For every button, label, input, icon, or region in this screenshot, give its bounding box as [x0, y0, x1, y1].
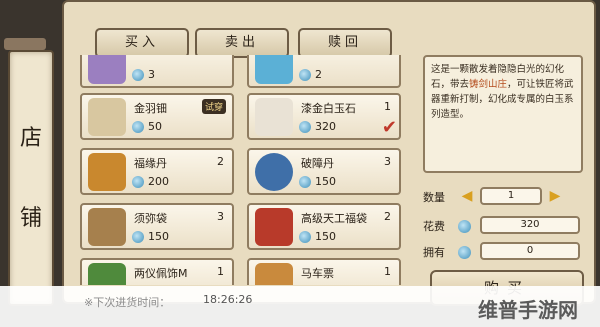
- item-count: 1: [384, 265, 391, 278]
- list-item[interactable]: 须弥袋 3 150: [80, 203, 234, 250]
- item-price: 150: [315, 175, 336, 188]
- item-icon: [88, 263, 126, 285]
- item-icon: [88, 208, 126, 246]
- item-name: 两仪佩饰M: [134, 267, 188, 280]
- description-location: 铸剑山庄: [469, 79, 508, 90]
- list-item[interactable]: 两仪佩饰M 1: [80, 258, 234, 285]
- coin-icon: [299, 121, 311, 133]
- coin-icon: [299, 69, 311, 81]
- item-count: 2: [384, 210, 391, 223]
- list-item-selected[interactable]: 漆金白玉石 1 320 ✔: [247, 93, 401, 140]
- item-icon: [255, 98, 293, 136]
- coin-icon: [299, 176, 311, 188]
- banner-char-2: 铺: [19, 206, 42, 231]
- item-name: 福缘丹: [134, 157, 167, 170]
- item-price: 200: [148, 175, 169, 188]
- restock-time: 18:26:26: [203, 293, 253, 306]
- try-on-badge[interactable]: 试穿: [201, 99, 226, 114]
- qty-input[interactable]: 1: [480, 187, 542, 205]
- item-count: 1: [217, 265, 224, 278]
- list-item[interactable]: 高级天工福袋 2 150: [247, 203, 401, 250]
- item-price: 2: [315, 68, 322, 81]
- list-item[interactable]: 破障丹 3 150: [247, 148, 401, 195]
- scroll-rod: [4, 38, 46, 50]
- item-name: 金羽钿: [134, 102, 167, 115]
- item-count: 1: [384, 100, 391, 113]
- watermark: 维普手游网: [478, 298, 578, 322]
- shop-banner: 店 铺: [8, 50, 54, 306]
- item-icon: [255, 263, 293, 285]
- item-price: 150: [315, 230, 336, 243]
- item-icon: [88, 98, 126, 136]
- restock-label: ※下次进货时间：: [84, 296, 171, 309]
- coin-icon: [132, 121, 144, 133]
- list-item[interactable]: 马车票 1: [247, 258, 401, 285]
- item-icon: [255, 55, 293, 84]
- coin-icon: [299, 231, 311, 243]
- own-label: 拥有: [423, 246, 445, 259]
- item-icon: [255, 153, 293, 191]
- coin-icon: [458, 246, 471, 259]
- item-count: 2: [217, 155, 224, 168]
- item-count: 3: [384, 155, 391, 168]
- item-price: 3: [148, 68, 155, 81]
- coin-icon: [132, 69, 144, 81]
- item-name: 破障丹: [301, 157, 334, 170]
- list-item[interactable]: 2: [247, 55, 401, 88]
- item-price: 50: [148, 120, 162, 133]
- list-item[interactable]: 3: [80, 55, 234, 88]
- item-price: 320: [315, 120, 336, 133]
- item-count: 3: [217, 210, 224, 223]
- qty-decrease-icon[interactable]: ◀: [458, 187, 476, 205]
- selected-check-icon: ✔: [381, 117, 397, 138]
- banner-char-1: 店: [19, 126, 42, 151]
- item-icon: [88, 153, 126, 191]
- tab-redeem[interactable]: 赎回: [298, 28, 392, 58]
- own-value: 0: [480, 242, 580, 260]
- item-name: 高级天工福袋: [301, 212, 367, 225]
- list-item[interactable]: 福缘丹 2 200: [80, 148, 234, 195]
- item-price: 150: [148, 230, 169, 243]
- item-description: 这是一颗散发着隐隐白光的幻化石，带去铸剑山庄，可让铁匠将武器重新打制，幻化成专属…: [423, 55, 583, 173]
- coin-icon: [132, 176, 144, 188]
- tab-buy[interactable]: 买入: [95, 28, 189, 58]
- coin-icon: [458, 220, 471, 233]
- qty-label: 数量: [423, 191, 445, 204]
- cost-value: 320: [480, 216, 580, 234]
- item-icon: [88, 55, 126, 84]
- item-name: 漆金白玉石: [301, 102, 356, 115]
- item-name: 马车票: [301, 267, 334, 280]
- qty-increase-icon[interactable]: ▶: [546, 187, 564, 205]
- screen: 店 铺 买入 卖出 赎回 3 2 金羽钿 试穿 50 漆金白玉石 1 320 ✔…: [0, 0, 600, 327]
- item-icon: [255, 208, 293, 246]
- item-name: 须弥袋: [134, 212, 167, 225]
- item-list[interactable]: 3 2 金羽钿 试穿 50 漆金白玉石 1 320 ✔ 福缘丹 2 200 破障…: [80, 55, 405, 285]
- cost-label: 花费: [423, 220, 445, 233]
- coin-icon: [132, 231, 144, 243]
- list-item[interactable]: 金羽钿 试穿 50: [80, 93, 234, 140]
- tab-sell[interactable]: 卖出: [195, 28, 289, 58]
